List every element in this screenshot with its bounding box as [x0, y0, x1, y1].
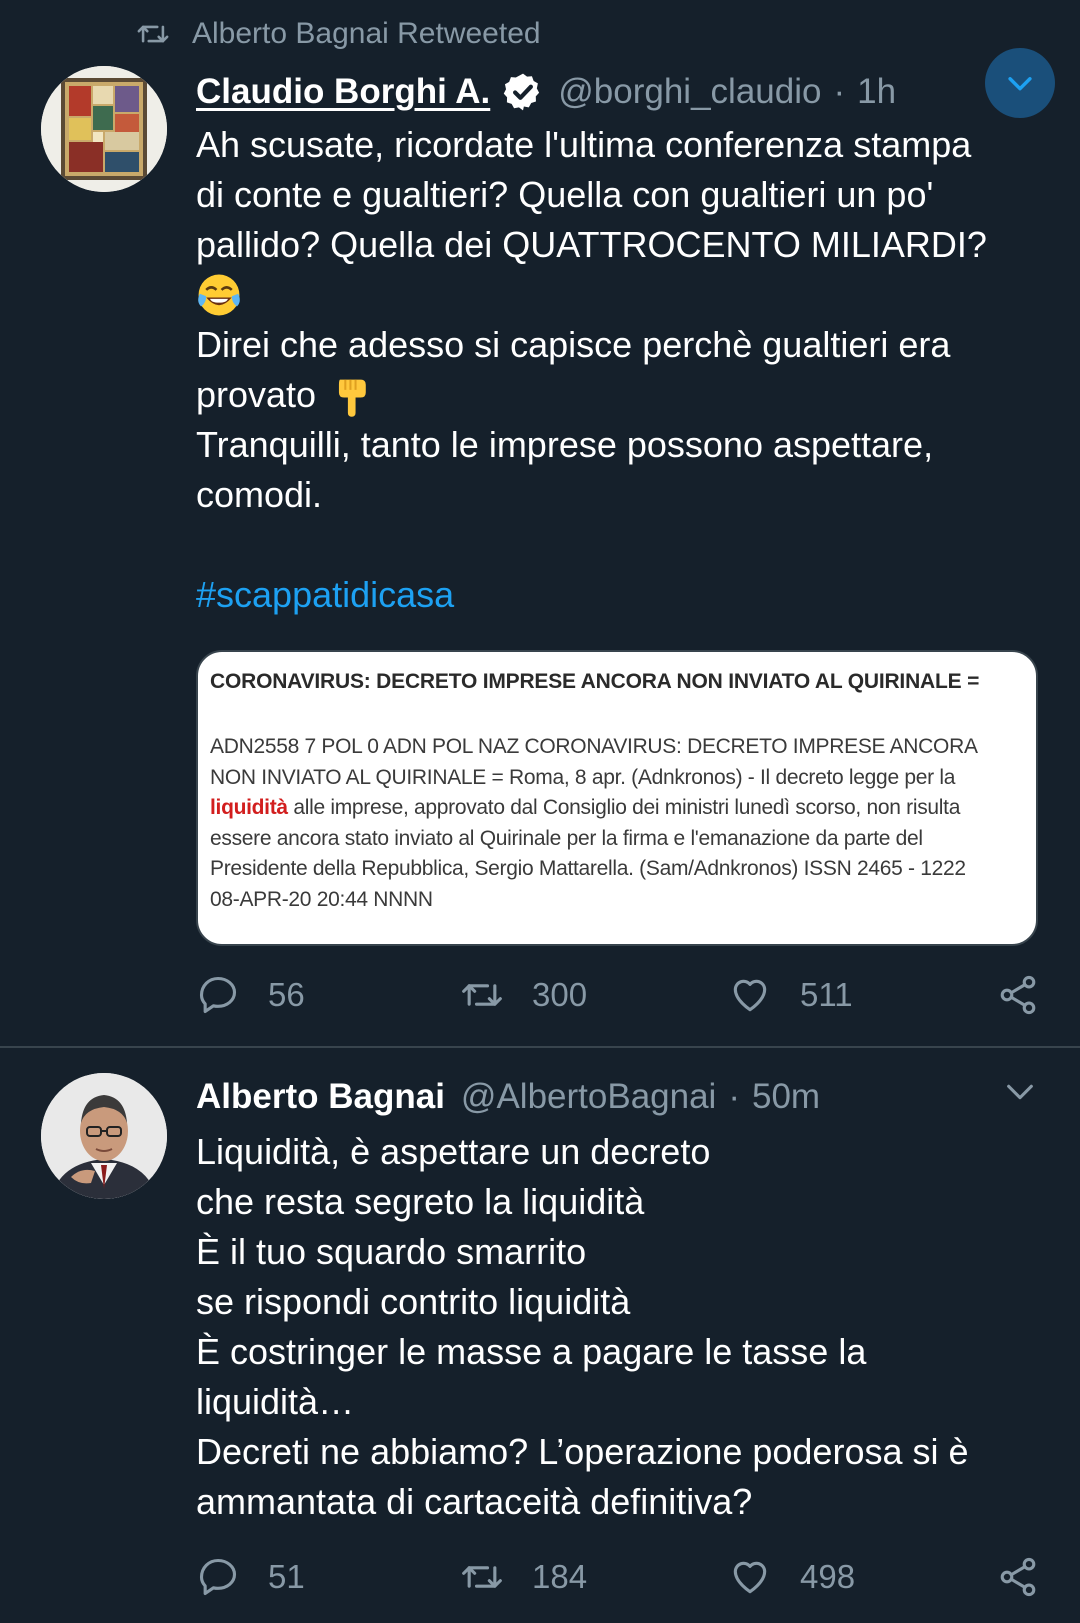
- reply-button[interactable]: 56: [196, 970, 305, 1020]
- author-handle[interactable]: @AlbertoBagnai: [461, 1077, 716, 1117]
- reply-icon: [199, 976, 237, 1014]
- retweet-count: 300: [532, 976, 588, 1013]
- avatar-artwork: [41, 66, 167, 192]
- news-line: liquidità alle imprese, approvato dal Co…: [210, 793, 979, 824]
- news-line: essere ancora stato inviato al Quirinale…: [210, 826, 923, 850]
- news-highlight: liquidità: [210, 796, 288, 819]
- share-button[interactable]: [996, 1552, 1040, 1602]
- tweet-text-line: Liquidità, è aspettare un decreto: [196, 1131, 711, 1172]
- news-line: ADN2558 7 POL 0 ADN POL NAZ CORONAVIRUS:…: [210, 735, 978, 758]
- tweet-text-line: Ah scusate, ricordate l'ultima conferenz…: [196, 124, 972, 165]
- tweet-text-line: È il tuo squardo smarrito: [196, 1231, 587, 1272]
- chevron-down-icon: [1007, 1084, 1033, 1100]
- news-clipping: CORONAVIRUS: DECRETO IMPRESE ANCORA NON …: [210, 670, 979, 915]
- share-button[interactable]: [996, 970, 1040, 1020]
- avatar[interactable]: [41, 66, 167, 192]
- news-line: NON INVIATO AL QUIRINALE = Roma, 8 apr. …: [210, 765, 956, 789]
- separator-dot: ·: [728, 1077, 740, 1116]
- avatar[interactable]: [41, 1073, 167, 1199]
- news-title: CORONAVIRUS: DECRETO IMPRESE ANCORA NON …: [210, 670, 980, 693]
- news-line: Presidente della Repubblica, Sergio Matt…: [210, 857, 966, 880]
- tweet-text-line: comodi.: [196, 474, 323, 515]
- tweet1-action-bar: 56 300 511: [196, 970, 1046, 1020]
- tweet-text-line: di conte e gualtieri? Quella con gualtie…: [196, 174, 934, 215]
- tweet-text-line: che resta segreto la liquidità: [196, 1181, 645, 1222]
- tweet1-text: Ah scusate, ricordate l'ultima conferenz…: [196, 120, 987, 620]
- news-body: ADN2558 7 POL 0 ADN POL NAZ CORONAVIRUS:…: [210, 732, 979, 915]
- news-line: 08-APR-20 20:44 NNNN: [210, 887, 433, 911]
- reply-count: 56: [268, 976, 305, 1013]
- news-image-card[interactable]: CORONAVIRUS: DECRETO IMPRESE ANCORA NON …: [196, 650, 1038, 946]
- retweet-count: 184: [532, 1558, 588, 1595]
- tweet-divider: [0, 1046, 1080, 1048]
- retweet-icon: [462, 984, 502, 1006]
- tweet-text-line: Decreti ne abbiamo? L’operazione poderos…: [196, 1431, 969, 1472]
- tweet-text-line: se rispondi contrito liquidità: [196, 1281, 631, 1322]
- heart-icon: [733, 979, 767, 1012]
- news-line-rest: alle imprese, approvato dal Consiglio de…: [287, 796, 961, 819]
- tweet-text-line: ammantata di cartaceità definitiva?: [196, 1481, 753, 1522]
- backhand-index-pointing-down-emoji: [339, 379, 366, 417]
- tweet2-action-bar: 51 184 498: [196, 1552, 1046, 1602]
- retweet-icon: [462, 1566, 502, 1588]
- share-icon: [1000, 1557, 1036, 1597]
- hashtag-link[interactable]: #scappatidicasa: [196, 570, 987, 620]
- tweet-text-line: Tranquilli, tanto le imprese possono asp…: [196, 424, 934, 465]
- tweet1-header: Claudio Borghi A. @borghi_claudio · 1h: [196, 64, 896, 120]
- face-with-tears-of-joy-emoji: [198, 274, 240, 316]
- timeline: Alberto Bagnai Retweeted Claudio Borghi …: [0, 0, 1080, 1623]
- share-icon: [1000, 975, 1036, 1015]
- reply-count: 51: [268, 1558, 305, 1595]
- retweet-button[interactable]: 184: [460, 1552, 587, 1602]
- tweet-text-line-with-emoji: provato: [196, 370, 987, 420]
- tweet-text-line: È costringer le masse a pagare le tasse …: [196, 1331, 867, 1372]
- reply-button[interactable]: 51: [196, 1552, 305, 1602]
- tweet-text-line: liquidità…: [196, 1381, 355, 1422]
- reply-icon: [199, 1558, 237, 1596]
- like-button[interactable]: 498: [728, 1552, 855, 1602]
- emoji-line: [196, 270, 987, 320]
- tweet-timestamp[interactable]: 1h: [857, 72, 896, 112]
- tweet-timestamp[interactable]: 50m: [752, 1077, 820, 1117]
- tweet-menu-button[interactable]: [1000, 1072, 1040, 1112]
- retweet-icon: [137, 25, 169, 43]
- avatar-photo: [41, 1073, 167, 1199]
- author-name[interactable]: Claudio Borghi A.: [196, 72, 490, 112]
- tweet-text-fragment: provato: [196, 374, 317, 415]
- separator-dot: ·: [833, 72, 846, 111]
- chevron-down-icon: [1008, 77, 1032, 91]
- tweet2-text: Liquidità, è aspettare un decreto che re…: [196, 1127, 969, 1527]
- retweet-header-text: Alberto Bagnai Retweeted: [192, 17, 541, 50]
- tweet-text-line: Direi che adesso si capisce perchè gualt…: [196, 324, 951, 365]
- tweet-menu-button[interactable]: [985, 48, 1055, 118]
- verified-badge-icon: [504, 73, 540, 111]
- like-count: 498: [800, 1558, 856, 1595]
- author-name[interactable]: Alberto Bagnai: [196, 1077, 445, 1117]
- tweet-text-line: pallido? Quella dei QUATTROCENTO MILIARD…: [196, 224, 987, 265]
- like-button[interactable]: 511: [728, 970, 853, 1020]
- author-handle[interactable]: @borghi_claudio: [558, 72, 821, 112]
- tweet2-header: Alberto Bagnai @AlbertoBagnai · 50m: [196, 1072, 820, 1122]
- retweet-button[interactable]: 300: [460, 970, 587, 1020]
- retweet-header[interactable]: Alberto Bagnai Retweeted: [136, 12, 541, 56]
- like-count: 511: [800, 976, 853, 1013]
- heart-icon: [733, 1561, 767, 1594]
